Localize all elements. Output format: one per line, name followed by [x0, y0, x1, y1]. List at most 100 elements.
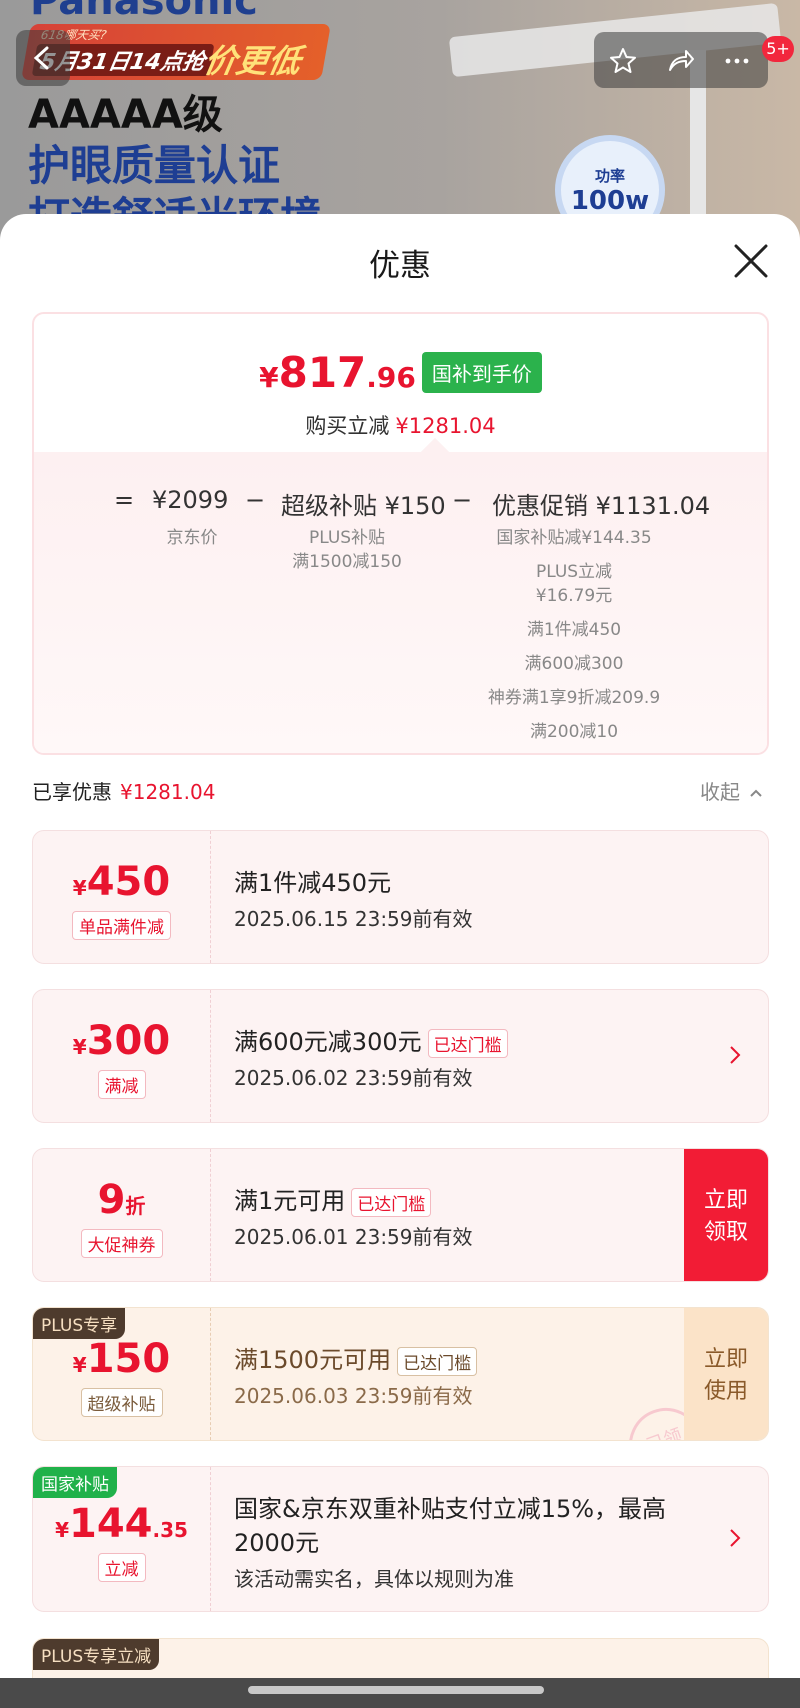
top-action-group — [594, 32, 768, 88]
coupon-title: 满1元可用 已达门槛 — [234, 1181, 432, 1217]
coupon-type-tag: 超级补贴 — [80, 1388, 163, 1417]
promo-big-text: 价更低 — [201, 42, 304, 80]
chevron-up-icon — [750, 789, 763, 797]
coupon-card-subsidy[interactable]: ¥144.35 立减 国家补贴 国家&京东双重补贴支付立减15%，最高 2000… — [32, 1466, 769, 1612]
coupon-title-text: 满1500元可用 — [234, 1346, 392, 1374]
close-icon[interactable] — [730, 240, 772, 282]
discount-sheet: 优惠 ¥817.96 国补到手价 购买立减 ¥1281.04 = ¥2099 − 超… — [0, 214, 800, 1708]
more-icon[interactable] — [722, 46, 752, 76]
jd-price: ¥2099 — [152, 486, 229, 514]
claim-label-1: 立即 — [703, 1188, 748, 1213]
minus-sign-2: − — [452, 486, 473, 514]
coupon-expiry: 2025.06.15 23:59前有效 — [234, 907, 473, 931]
chevron-right-icon — [730, 1529, 741, 1547]
amount-symbol: ¥ — [72, 1035, 87, 1059]
coupon-expiry: 2025.06.03 23:59前有效 — [234, 1384, 473, 1408]
power-label: 功率 — [594, 167, 625, 185]
coupon-title: 满1500元可用 已达门槛 — [234, 1340, 478, 1376]
reduce-line: 购买立减 ¥1281.04 — [34, 410, 767, 440]
coupon-amount: ¥450 — [33, 859, 210, 905]
coupon-value-area: ¥300 满减 — [33, 990, 211, 1122]
collapse-toggle[interactable]: 收起 — [700, 776, 764, 805]
price-dec: .96 — [366, 361, 416, 394]
enjoyed-discount: 已享优惠 ¥1281.04 — [32, 776, 215, 805]
coupon-title: 满600元减300元 已达门槛 — [234, 1022, 508, 1058]
sheet-title: 优惠 — [369, 248, 431, 284]
coupon-value-area: 9折 大促神券 — [33, 1149, 211, 1281]
price-summary-card: ¥817.96 国补到手价 购买立减 ¥1281.04 = ¥2099 − 超级补贴… — [32, 312, 769, 755]
coupon-expiry: 2025.06.02 23:59前有效 — [234, 1066, 473, 1090]
promo-total: 优惠促销 ¥1131.04 — [492, 492, 711, 520]
coupon-amount: ¥300 — [33, 1018, 210, 1064]
message-count-badge: 5+ — [762, 36, 794, 62]
equals-sign: = — [114, 486, 135, 514]
coupon-type-tag: 满减 — [97, 1070, 146, 1099]
price-symbol: ¥ — [259, 361, 279, 394]
threshold-reached-tag: 已达门槛 — [351, 1187, 432, 1217]
amount-unit: 折 — [125, 1194, 146, 1218]
star-icon[interactable] — [608, 46, 638, 76]
collapse-label: 收起 — [700, 780, 740, 804]
amount-symbol: ¥ — [72, 876, 87, 900]
promo-item: ¥16.79元 — [535, 586, 613, 606]
coupon-title-line-1: 国家&京东双重补贴支付立减15%，最高 — [234, 1495, 667, 1523]
final-price: ¥817.96 — [259, 348, 416, 397]
claim-now-button[interactable]: 立即 领取 — [684, 1149, 768, 1281]
threshold-reached-tag: 已达门槛 — [427, 1028, 508, 1058]
national-subsidy-tag: 国家补贴 — [33, 1467, 117, 1498]
amount-number: 144 — [68, 1501, 153, 1547]
amount-decimal: .35 — [152, 1518, 188, 1542]
coupon-expiry: 2025.06.01 23:59前有效 — [234, 1225, 473, 1249]
reduce-label: 购买立减 — [305, 414, 390, 438]
amount-symbol: ¥ — [55, 1518, 69, 1542]
promo-item: 满600减300 — [524, 654, 624, 674]
promo-item: 神券满1享9折减209.9 — [487, 688, 661, 708]
brand-logo-text: Panasonic — [30, 0, 258, 24]
coupon-amount: ¥150 — [33, 1336, 210, 1382]
coupon-card-plus: ¥150 超级补贴 PLUS专享 满1500元可用 已达门槛 2025.06.03… — [32, 1307, 769, 1441]
chevron-right-icon — [730, 1046, 741, 1064]
promo-item: 满200减10 — [529, 722, 619, 742]
amount-number: 450 — [86, 859, 171, 905]
amount-number: 150 — [86, 1336, 171, 1382]
price-int: 817 — [278, 348, 367, 397]
super-sub-line-2: 满1500减150 — [292, 552, 402, 572]
coupon-title-line-2: 2000元 — [234, 1529, 320, 1557]
claim-label-2: 领取 — [703, 1220, 748, 1245]
coupon-card[interactable]: ¥300 满减 满600元减300元 已达门槛 2025.06.02 23:59前… — [32, 989, 769, 1123]
enjoyed-label: 已享优惠 — [32, 780, 112, 804]
amount-symbol: ¥ — [72, 1353, 87, 1377]
chevron-left-icon — [33, 46, 49, 70]
share-icon[interactable] — [666, 46, 696, 76]
coupon-amount: ¥144.35 — [33, 1501, 210, 1547]
reduce-amount: ¥1281.04 — [395, 414, 496, 438]
amount-number: 300 — [86, 1018, 171, 1064]
coupon-type-tag: 大促神券 — [80, 1229, 163, 1258]
power-value: 100w — [570, 186, 650, 216]
promo-item: PLUS立减 — [535, 562, 613, 582]
use-now-button[interactable]: 立即 使用 — [684, 1308, 768, 1440]
use-label-1: 立即 — [703, 1347, 748, 1372]
back-button[interactable] — [16, 30, 70, 86]
jd-price-label: 京东价 — [166, 528, 218, 548]
coupon-value-area: ¥450 单品满件减 — [33, 831, 211, 963]
plus-exclusive-discount-tag: PLUS专享立减 — [33, 1639, 160, 1670]
coupon-title-text: 满1元可用 — [234, 1187, 346, 1215]
coupon-amount: 9折 — [33, 1177, 210, 1223]
enjoyed-amount: ¥1281.04 — [120, 780, 216, 804]
plus-exclusive-tag: PLUS专享 — [33, 1308, 126, 1339]
minus-sign-1: − — [245, 486, 266, 514]
home-indicator[interactable] — [248, 1686, 544, 1694]
amount-number: 9 — [97, 1177, 126, 1223]
coupon-type-tag: 立减 — [97, 1553, 146, 1582]
final-price-line: ¥817.96 国补到手价 — [34, 348, 767, 397]
coupon-note: 该活动需实名，具体以规则为准 — [234, 1567, 514, 1591]
coupon-card[interactable]: ¥450 单品满件减 满1件减450元 2025.06.15 23:59前有效 — [32, 830, 769, 964]
use-label-2: 使用 — [703, 1379, 748, 1404]
coupon-card: 9折 大促神券 满1元可用 已达门槛 2025.06.01 23:59前有效 立即… — [32, 1148, 769, 1282]
promo-item: 满1件减450 — [526, 620, 622, 640]
promo-item: 国家补贴减¥144.35 — [496, 528, 652, 548]
coupon-type-tag: 单品满件减 — [72, 911, 171, 940]
threshold-reached-tag: 已达门槛 — [397, 1346, 478, 1376]
super-sub-line-1: PLUS补贴 — [308, 528, 386, 548]
